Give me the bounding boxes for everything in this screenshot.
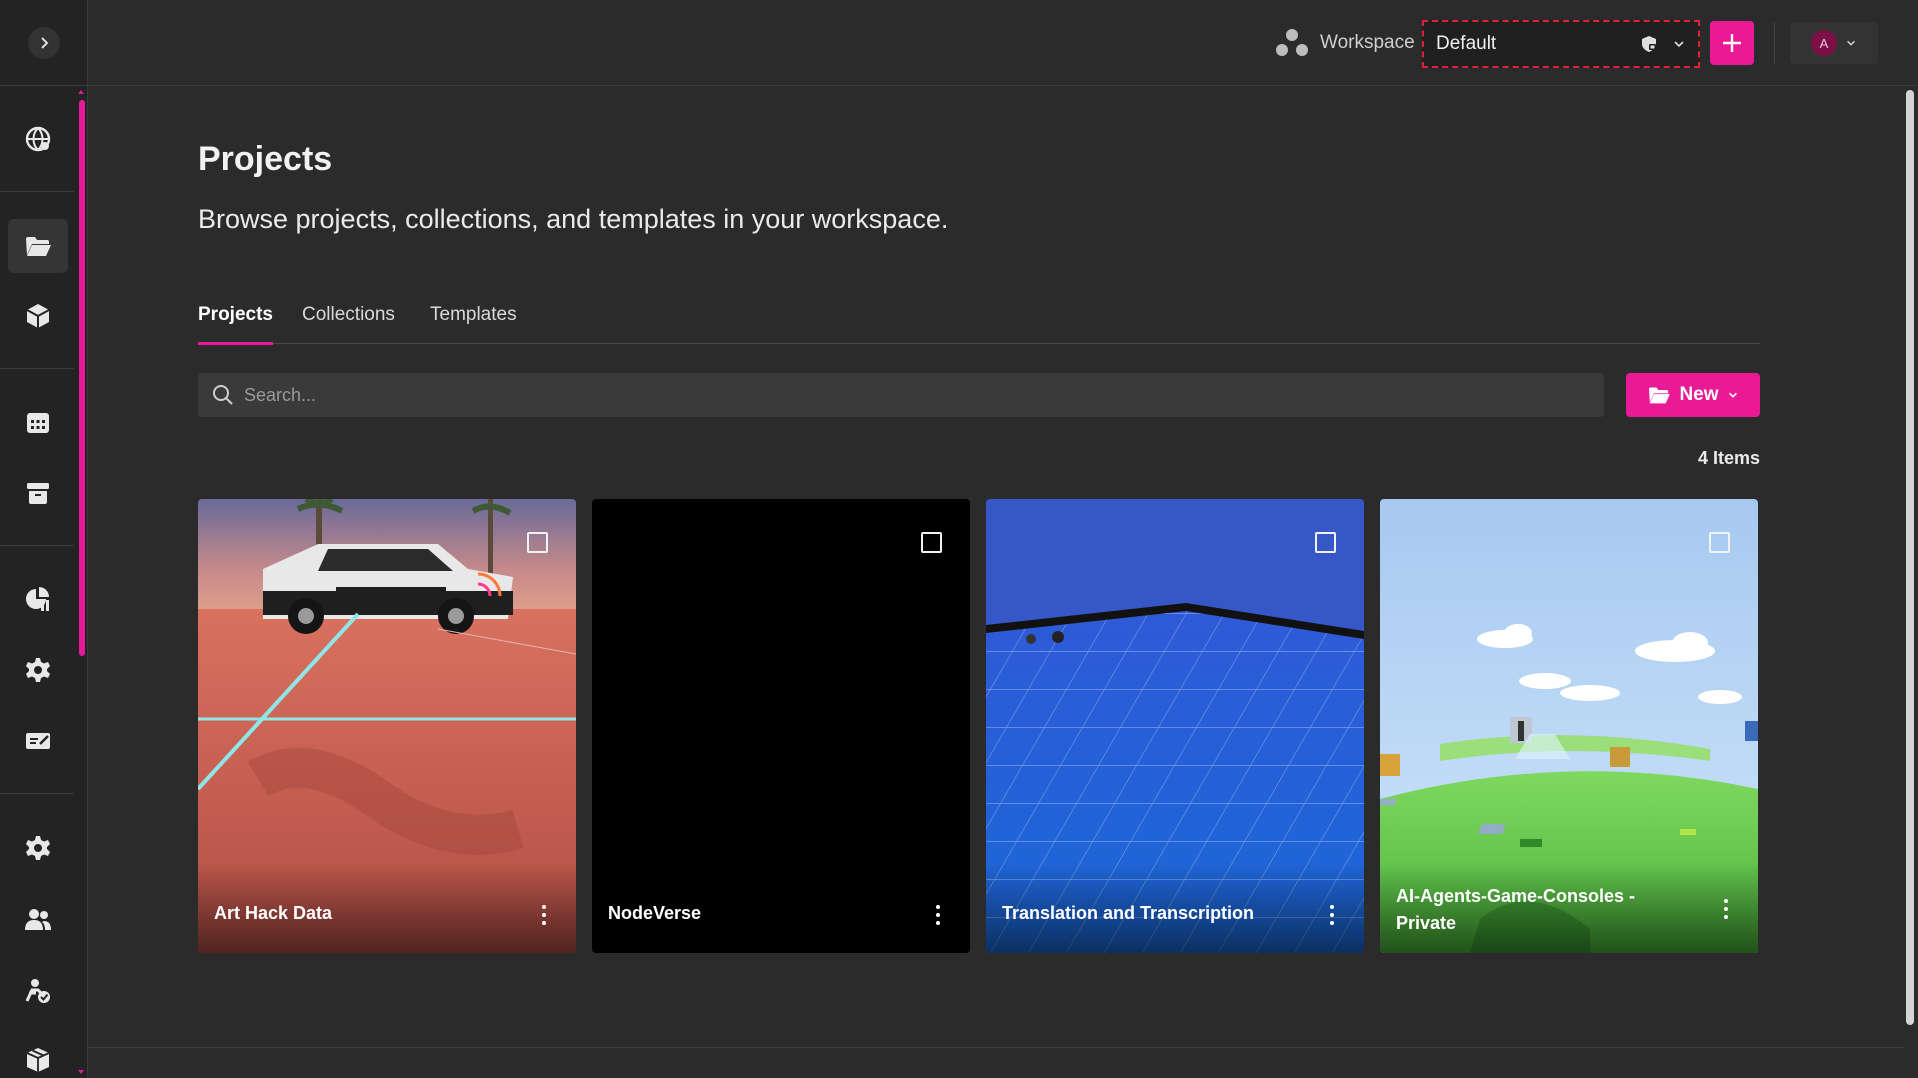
sidebar-item-projects[interactable] <box>8 219 68 273</box>
sidebar <box>0 0 88 1078</box>
workspace-select[interactable]: Default <box>1422 20 1700 68</box>
chart-pie-icon <box>26 587 49 611</box>
sidebar-scroll-down[interactable] <box>78 1070 84 1074</box>
page-title: Projects <box>198 140 333 178</box>
tab-projects[interactable]: Projects <box>198 304 273 345</box>
workspace-icon <box>1276 29 1308 56</box>
card-select-checkbox[interactable] <box>921 532 942 553</box>
workspace-label: Workspace <box>1274 28 1415 58</box>
card-select-checkbox[interactable] <box>527 532 548 553</box>
sidebar-divider <box>0 368 74 369</box>
calendar-icon <box>27 413 49 433</box>
settings-icon <box>26 836 50 860</box>
chevron-down-icon <box>1674 41 1684 48</box>
globe-network-icon <box>25 126 51 152</box>
card-title: AI-Agents-Game-Consoles - Private <box>1396 886 1636 933</box>
archive-icon <box>27 483 49 504</box>
project-card[interactable]: Art Hack Data <box>198 499 576 953</box>
avatar: A <box>1811 30 1837 56</box>
workspace-select-value: Default <box>1436 33 1497 54</box>
user-menu-button[interactable]: A <box>1790 22 1878 64</box>
sidebar-item-archive[interactable] <box>8 466 68 520</box>
tab-bar: Projects Collections Templates <box>198 298 1760 345</box>
sidebar-item-configuration[interactable] <box>8 643 68 697</box>
cube-icon <box>26 304 50 328</box>
user-check-icon <box>25 979 50 1003</box>
page-scrollbar[interactable] <box>1906 90 1914 1025</box>
sidebar-item-roles[interactable] <box>8 963 68 1017</box>
sidebar-divider <box>0 545 74 546</box>
card-select-checkbox[interactable] <box>1709 532 1730 553</box>
new-button[interactable]: New <box>1626 373 1760 417</box>
sidebar-item-credentials[interactable] <box>8 714 68 768</box>
folder-open-icon <box>26 237 51 256</box>
sidebar-header <box>0 0 87 86</box>
users-icon <box>25 909 51 930</box>
item-count: 4 Items <box>1697 448 1760 468</box>
sidebar-divider <box>0 191 74 192</box>
card-title: Art Hack Data <box>214 903 333 923</box>
top-header: Workspace Default A <box>88 0 1918 86</box>
card-more-menu-icon[interactable] <box>1724 899 1728 919</box>
app-root: Workspace Default A Projects Browse proj… <box>0 0 1918 1078</box>
card-title: NodeVerse <box>608 903 702 923</box>
tab-collections[interactable]: Collections <box>302 304 395 344</box>
expand-sidebar-button[interactable] <box>27 26 60 59</box>
card-select-checkbox[interactable] <box>1315 532 1336 553</box>
package-icon <box>26 1048 50 1072</box>
folder-open-icon <box>1649 387 1671 404</box>
shield-lock-icon <box>1642 36 1656 52</box>
sidebar-item-assets[interactable] <box>8 289 68 343</box>
search-bar <box>198 373 1604 417</box>
sidebar-divider <box>0 793 74 794</box>
card-title: Translation and Transcription <box>1002 903 1255 923</box>
footer-divider <box>88 1047 1904 1048</box>
sidebar-scroll-up[interactable] <box>78 90 84 94</box>
chevron-down-icon <box>1728 392 1737 398</box>
plus-icon <box>1723 34 1741 52</box>
project-card[interactable]: AI-Agents-Game-Consoles - Private <box>1380 499 1758 953</box>
sidebar-item-analytics[interactable] <box>8 572 68 626</box>
new-button-label: New <box>1679 384 1719 405</box>
project-grid: Art Hack Data NodeVerse Translation and … <box>198 499 1760 953</box>
gear-icon <box>26 658 50 682</box>
sidebar-scrollbar[interactable] <box>79 100 85 656</box>
chevron-right-icon <box>40 36 48 49</box>
sidebar-item-packages[interactable] <box>8 1033 68 1078</box>
search-input[interactable] <box>244 384 1544 406</box>
header-divider <box>1774 22 1775 64</box>
sidebar-item-users[interactable] <box>8 892 68 946</box>
tab-templates[interactable]: Templates <box>430 304 517 344</box>
page-subtitle: Browse projects, collections, and templa… <box>198 204 949 234</box>
add-button[interactable] <box>1710 21 1754 65</box>
search-icon <box>213 385 233 405</box>
sidebar-item-schedule[interactable] <box>8 395 68 449</box>
project-card[interactable]: NodeVerse <box>592 499 970 953</box>
credentials-icon <box>26 733 50 749</box>
card-more-menu-icon[interactable] <box>936 905 940 925</box>
sidebar-item-settings[interactable] <box>8 821 68 875</box>
sidebar-item-explore[interactable] <box>8 112 68 166</box>
card-more-menu-icon[interactable] <box>542 905 546 925</box>
project-card[interactable]: Translation and Transcription <box>986 499 1364 953</box>
workspace-label-text: Workspace <box>1320 32 1415 53</box>
chevron-down-icon <box>1847 40 1855 46</box>
card-more-menu-icon[interactable] <box>1330 905 1334 925</box>
